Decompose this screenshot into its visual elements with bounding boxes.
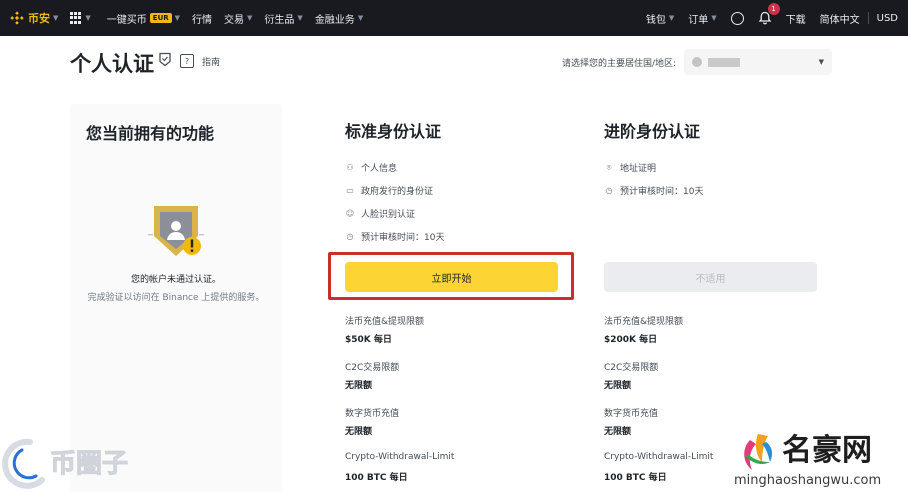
bell-icon: 1 — [758, 3, 780, 25]
chevron-down-icon: ▼ — [174, 14, 181, 22]
nav-label: 下载 — [785, 14, 806, 26]
nav-label: 交易 — [224, 14, 245, 26]
feature-label: 个人信息 — [361, 164, 398, 174]
nav-label: 衍生品 — [264, 14, 295, 26]
country-select[interactable]: ▼ — [684, 49, 832, 75]
id-card-icon: ▭ — [346, 186, 354, 195]
limit-label: 法币充值&提现限额 — [345, 317, 425, 327]
chevron-down-icon: ▼ — [85, 14, 91, 22]
nav-label: 行情 — [192, 14, 213, 26]
chevron-down-icon: ▼ — [818, 58, 824, 66]
feature-row: ▭ 政府发行的身份证 — [345, 179, 565, 202]
top-navbar: 币安 ▼ ▼ 一键买币 EUR ▼ 行情 交易 ▼ 衍生品 ▼ 金融业务 ▼ 钱包 ▼ … — [0, 0, 908, 36]
standard-verification-title: 标准身份认证 — [345, 122, 442, 141]
nav-label: 钱包 — [645, 14, 666, 26]
current-features-title: 您当前拥有的功能 — [86, 124, 215, 143]
chevron-down-icon: ▼ — [297, 14, 303, 22]
nav-label: 金融业务 — [314, 14, 355, 26]
guide-icon[interactable]: ? — [180, 54, 194, 68]
nav-derivatives[interactable]: 衍生品 ▼ — [264, 11, 302, 26]
currency-selector[interactable]: USD — [877, 13, 898, 24]
limit-value: 无限额 — [604, 381, 632, 391]
feature-row: ⌾ 地址证明 — [604, 156, 824, 179]
chevron-down-icon: ▼ — [247, 14, 253, 22]
feature-label: 人脸识别认证 — [361, 210, 416, 220]
location-icon: ⌾ — [606, 162, 612, 172]
person-info-icon: ⚇ — [346, 163, 354, 172]
feature-label: 地址证明 — [620, 164, 657, 174]
feature-label: 预计审核时间：10天 — [620, 187, 704, 197]
user-icon — [730, 11, 744, 25]
chevron-down-icon: ▼ — [357, 14, 364, 22]
advanced-verification-title: 进阶身份认证 — [604, 122, 701, 141]
nav-orders[interactable]: 订单 ▼ — [688, 11, 716, 26]
feature-row: ◷ 预计审核时间：10天 — [604, 179, 824, 202]
limit-value: $200K 每日 — [604, 335, 658, 345]
binance-logo[interactable]: 币安 ▼ — [10, 10, 58, 26]
page-title: 个人认证 — [70, 52, 154, 76]
watermark-right-url: minghaoshangwu.com — [734, 473, 881, 488]
limit-label: C2C交易限额 — [604, 363, 659, 373]
nav-markets[interactable]: 行情 — [192, 11, 212, 26]
notifications[interactable]: 1 — [758, 3, 780, 25]
feature-label: 预计审核时间：10天 — [361, 233, 445, 243]
nav-label: USD — [876, 12, 898, 24]
limit-value: $50K 每日 — [345, 335, 392, 345]
nav-trade[interactable]: 交易 ▼ — [224, 11, 252, 26]
limit-value: 无限额 — [345, 381, 373, 391]
limit-label: 数字货币充值 — [345, 409, 400, 419]
nav-download[interactable]: 下载 — [786, 11, 806, 26]
feature-row: ☺ 人脸识别认证 — [345, 202, 565, 225]
nav-label: 一键买币 — [106, 14, 147, 26]
clock-icon: ◷ — [605, 186, 613, 195]
standard-limits: 法币充值&提现限额 $50K 每日 C2C交易限额 无限额 数字货币充值 无限额… — [345, 314, 565, 492]
guide-link[interactable]: 指南 — [202, 55, 220, 68]
apps-grid-icon[interactable] — [70, 12, 82, 24]
nav-wallet[interactable]: 钱包 ▼ — [646, 11, 674, 26]
nav-label: 简体中文 — [819, 14, 860, 26]
divider — [867, 12, 869, 24]
limit-label: 法币充值&提现限额 — [604, 317, 684, 327]
watermark-left-text: 币圈子 — [50, 449, 128, 479]
watermark-right-text: 名豪网 — [782, 433, 872, 468]
logo-text: 币安 — [28, 12, 50, 25]
verification-hint-text: 完成验证以访问在 Binance 上提供的服务。 — [87, 293, 265, 303]
chevron-down-icon: ▼ — [711, 14, 717, 22]
country-flag-icon — [692, 57, 702, 67]
advanced-verification-column: 进阶身份认证 ⌾ 地址证明 ◷ 预计审核时间：10天 — [604, 118, 824, 202]
user-account[interactable] — [730, 11, 744, 25]
start-verification-button[interactable]: 立即开始 — [345, 262, 558, 292]
chevron-down-icon: ▼ — [668, 14, 675, 22]
limit-value: 无限额 — [345, 427, 373, 437]
limit-value: 100 BTC 每日 — [345, 473, 408, 483]
notification-count-badge: 1 — [767, 3, 780, 15]
clock-icon: ◷ — [346, 232, 354, 241]
feature-row: ◷ 预计审核时间：10天 — [345, 225, 565, 248]
watermark-left-logo: 币圈子 — [2, 438, 129, 489]
limit-label: Crypto-Withdrawal-Limit — [345, 452, 455, 462]
limit-label: C2C交易限额 — [345, 363, 400, 373]
verification-status-text: 您的帐户未通过认证。 — [130, 275, 221, 285]
unverified-shield-icon — [148, 206, 204, 256]
nav-label: 订单 — [688, 14, 709, 26]
language-selector[interactable]: 简体中文 — [820, 11, 860, 26]
not-applicable-button: 不适用 — [604, 262, 817, 292]
standard-verification-column: 标准身份认证 ⚇ 个人信息 ▭ 政府发行的身份证 ☺ 人脸识别认证 ◷ 预计审核时间：1… — [345, 118, 565, 248]
watermark-right-logo: 名豪网 minghaoshangwu.com — [734, 433, 881, 488]
nav-finance[interactable]: 金融业务 ▼ — [315, 11, 363, 26]
nav-buy-crypto[interactable]: 一键买币 EUR ▼ — [107, 11, 180, 26]
country-name-redacted — [708, 57, 740, 67]
face-id-icon: ☺ — [345, 209, 355, 218]
binance-logo-icon — [10, 11, 24, 25]
shield-badge-icon[interactable] — [158, 52, 172, 70]
feature-label: 政府发行的身份证 — [361, 187, 434, 197]
currency-badge: EUR — [149, 13, 172, 23]
chevron-down-icon: ▼ — [53, 14, 59, 22]
country-label: 请选择您的主要居住国/地区: — [562, 59, 677, 69]
feature-row: ⚇ 个人信息 — [345, 156, 565, 179]
